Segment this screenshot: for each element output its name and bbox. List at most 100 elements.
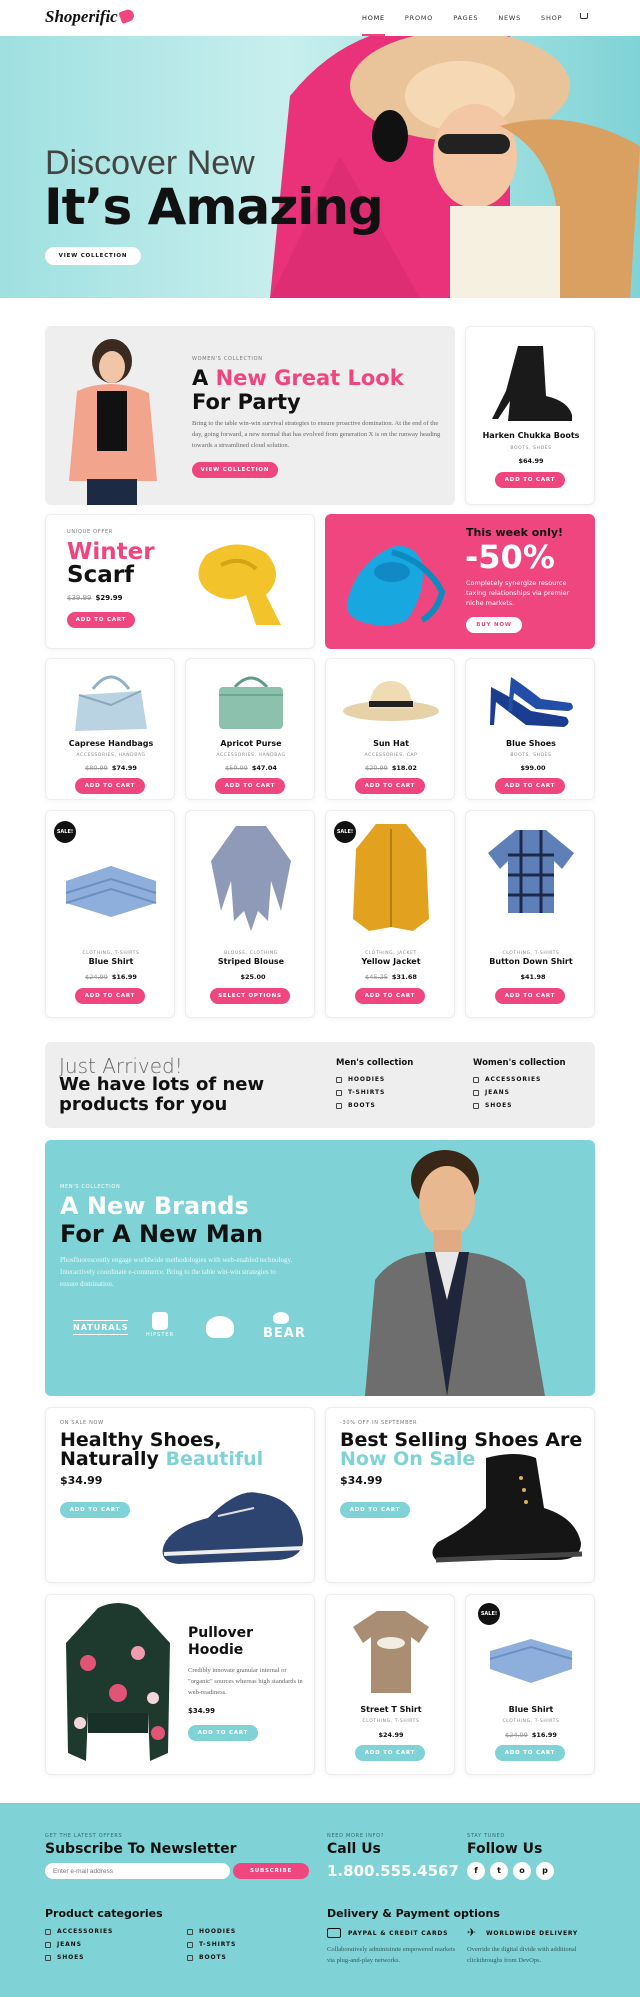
select-options-button[interactable]: SELECT OPTIONS: [210, 988, 290, 1004]
jeans-icon: [473, 1089, 479, 1096]
pinterest-icon[interactable]: p: [536, 1862, 554, 1880]
blue-shirt-image: [65, 866, 157, 917]
shoes1-price: $34.99: [60, 1474, 103, 1487]
brand-logo-naturals: NATURALS: [73, 1320, 129, 1335]
promo-view-collection-button[interactable]: VIEW COLLECTION: [192, 462, 278, 478]
healthy-shoes-card: ON SALE NOW Healthy Shoes, Naturally Bea…: [45, 1407, 315, 1583]
shoes2-add-to-cart-button[interactable]: ADD TO CART: [340, 1502, 410, 1518]
blue-heels-image: [490, 677, 573, 727]
product-name: Button Down Shirt: [489, 957, 573, 966]
logo[interactable]: Shoperific: [45, 7, 118, 27]
tshirt-tags: CLOTHING, T-SHIRTS: [362, 1719, 420, 1724]
product-card: CLOTHING, T-SHIRTS Button Down Shirt $41…: [465, 810, 595, 1018]
add-to-cart-button[interactable]: ADD TO CART: [215, 778, 285, 794]
tshirt-price: $24.99: [378, 1731, 404, 1739]
tshirt-icon: [336, 1089, 342, 1096]
plaid-shirt-image: [488, 830, 574, 913]
product-name: Blue Shirt: [88, 957, 134, 966]
product-tags: CLOTHING, JACKET: [365, 951, 417, 956]
blue-shoe-image: [346, 546, 446, 626]
hero-view-collection-button[interactable]: VIEW COLLECTION: [45, 247, 141, 265]
shoes1-add-to-cart-button[interactable]: ADD TO CART: [60, 1502, 130, 1518]
product-tags: ACCESSORIES, HANDBAG: [76, 753, 146, 758]
tshirt-add-to-cart-button[interactable]: ADD TO CART: [355, 1745, 425, 1761]
arrived-line3: products for you: [59, 1094, 228, 1115]
nav-news[interactable]: NEWS: [498, 14, 521, 36]
boots-card: Harken Chukka Boots BOOTS, SHOES $64.99 …: [465, 326, 595, 505]
cart-icon[interactable]: [580, 13, 588, 19]
product-name: Caprese Handbags: [68, 739, 154, 748]
men-link-tshirts[interactable]: T-SHIRTS: [336, 1086, 385, 1099]
product-name: Sun Hat: [373, 739, 409, 748]
main-nav: HOME PROMO PAGES NEWS SHOP: [362, 14, 562, 36]
blue-shirt-card: SALE! Blue Shirt CLOTHING, T-SHIRTS $24.…: [465, 1594, 595, 1775]
credit-card-icon: [327, 1928, 341, 1938]
men-link-hoodies[interactable]: HOODIES: [336, 1073, 385, 1086]
add-to-cart-button[interactable]: ADD TO CART: [355, 778, 425, 794]
add-to-cart-button[interactable]: ADD TO CART: [495, 988, 565, 1004]
phone-number[interactable]: 1.800.555.4567: [327, 1862, 459, 1880]
hero-model-image: [270, 36, 640, 298]
nav-pages[interactable]: PAGES: [453, 14, 478, 36]
shirt2-add-to-cart-button[interactable]: ADD TO CART: [495, 1745, 565, 1761]
category-hoodies[interactable]: HOODIES: [187, 1925, 236, 1938]
social-icons: f t o p: [467, 1862, 554, 1880]
product-price: $50.99 $47.04: [225, 764, 277, 772]
worldwide-title: WORLDWIDE DELIVERY: [486, 1930, 579, 1937]
boots-tags: BOOTS, SHOES: [510, 446, 552, 451]
product-card: Caprese Handbags ACCESSORIES, HANDBAG $8…: [45, 658, 175, 800]
product-tags: ACCESSORIES, HANDBAG: [216, 753, 286, 758]
blue-derby-shoe-image: [162, 1492, 305, 1564]
subscribe-button[interactable]: SUBSCRIBE: [233, 1863, 309, 1879]
delivery-title: Delivery & Payment options: [327, 1907, 500, 1920]
women-collection-title: Women's collection: [473, 1058, 566, 1068]
promo-title-b: New Great Look: [215, 366, 404, 390]
newsletter-email-input[interactable]: [45, 1863, 230, 1879]
street-tshirt-card: Street T Shirt CLOTHING, T-SHIRTS $24.99…: [325, 1594, 455, 1775]
category-boots[interactable]: BOOTS: [187, 1951, 236, 1964]
hoodie-text: Credibly innovate granular internal or "…: [188, 1667, 303, 1696]
product-card: SALE! CLOTHING, T-SHIRTS Blue Shirt $24.…: [45, 810, 175, 1018]
product-name: Striped Blouse: [217, 957, 285, 966]
boots-add-to-cart-button[interactable]: ADD TO CART: [495, 472, 565, 488]
scarf-add-to-cart-button[interactable]: ADD TO CART: [67, 612, 135, 628]
follow-title: Follow Us: [467, 1841, 543, 1857]
category-jeans[interactable]: JEANS: [45, 1938, 113, 1951]
women-link-shoes[interactable]: SHOES: [473, 1099, 541, 1112]
accessory-icon: [45, 1928, 51, 1935]
deal-buy-now-button[interactable]: BUY NOW: [466, 617, 522, 633]
bear-head-icon: [273, 1312, 289, 1324]
deal-percent: -50%: [465, 538, 555, 576]
shoes2-eyebrow: -30% OFF IN SEPTEMBER: [340, 1420, 418, 1426]
product-price: $80.99 $74.99: [85, 764, 137, 772]
add-to-cart-button[interactable]: ADD TO CART: [75, 988, 145, 1004]
facebook-icon[interactable]: f: [467, 1862, 485, 1880]
nav-home[interactable]: HOME: [362, 14, 385, 36]
hoodie-add-to-cart-button[interactable]: ADD TO CART: [188, 1725, 258, 1741]
add-to-cart-button[interactable]: ADD TO CART: [75, 778, 145, 794]
women-link-accessories[interactable]: ACCESSORIES: [473, 1073, 541, 1086]
nav-promo[interactable]: PROMO: [405, 14, 433, 36]
add-to-cart-button[interactable]: ADD TO CART: [355, 988, 425, 1004]
tshirt-icon: [187, 1941, 193, 1948]
men-link-boots[interactable]: BOOTS: [336, 1099, 385, 1112]
category-tshirts[interactable]: T-SHIRTS: [187, 1938, 236, 1951]
boots-name: Harken Chukka Boots: [482, 431, 580, 440]
just-arrived-banner: Just Arrived! We have lots of new produc…: [45, 1042, 595, 1128]
mustache-logo-icon: [206, 1316, 234, 1338]
call-eyebrow: NEED MORE INFO?: [327, 1833, 385, 1839]
scarf-price: $39.99 $29.99: [67, 594, 123, 602]
sale-badge: SALE!: [54, 821, 76, 843]
nav-shop[interactable]: SHOP: [541, 14, 562, 36]
categories-list-b: HOODIES T-SHIRTS BOOTS: [187, 1925, 236, 1964]
shoes1-eyebrow: ON SALE NOW: [60, 1420, 104, 1426]
shirt2-tags: CLOTHING, T-SHIRTS: [502, 1719, 560, 1724]
deal-card: This week only! -50% Completely synergiz…: [325, 514, 595, 649]
category-shoes[interactable]: SHOES: [45, 1951, 113, 1964]
product-price: $99.00: [520, 764, 546, 772]
twitter-icon[interactable]: t: [490, 1862, 508, 1880]
category-accessories[interactable]: ACCESSORIES: [45, 1925, 113, 1938]
women-link-jeans[interactable]: JEANS: [473, 1086, 541, 1099]
add-to-cart-button[interactable]: ADD TO CART: [495, 778, 565, 794]
instagram-icon[interactable]: o: [513, 1862, 531, 1880]
